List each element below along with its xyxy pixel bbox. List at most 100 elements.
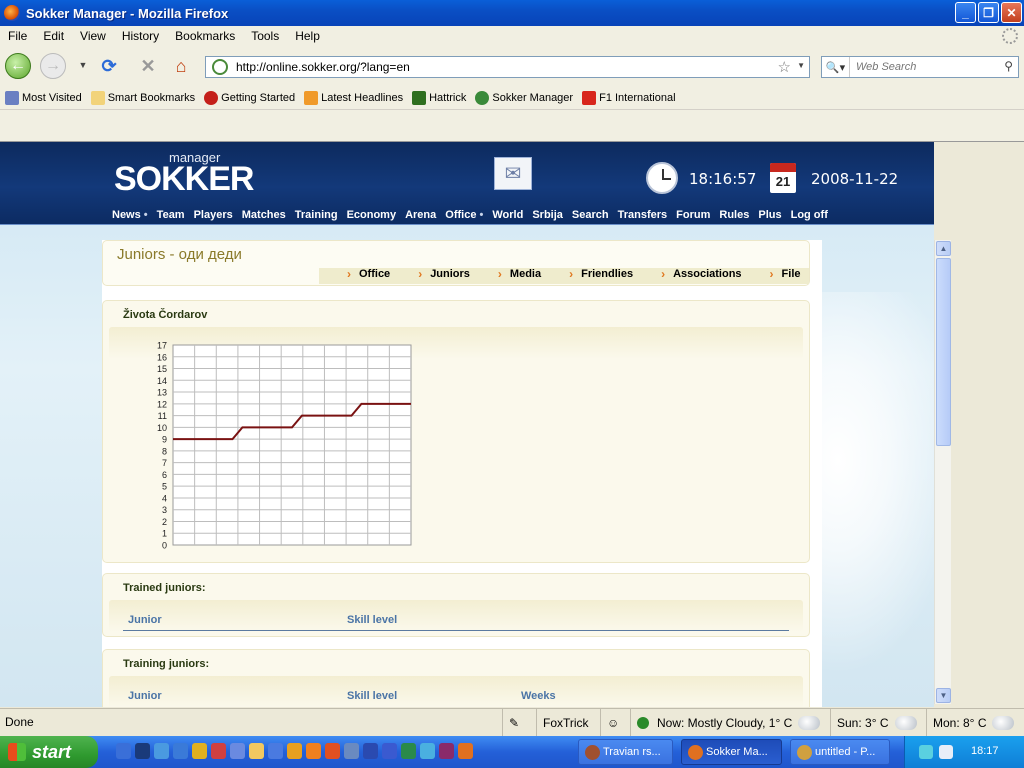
nav-news[interactable]: News [112, 209, 148, 221]
back-button[interactable]: ← [5, 53, 31, 79]
menu-edit[interactable]: Edit [35, 29, 72, 43]
start-button[interactable]: start [0, 736, 98, 768]
volume-icon[interactable] [939, 745, 953, 759]
weather-sun[interactable]: Sun: 3° C [830, 709, 926, 737]
nav-world[interactable]: World [492, 209, 523, 221]
col-header-skill-level[interactable]: Skill level [347, 690, 397, 702]
home-button[interactable]: ⌂ [168, 53, 194, 79]
bookmark-latest-headlines[interactable]: Latest Headlines [304, 90, 403, 105]
tray-icon[interactable] [919, 745, 933, 759]
subnav-file[interactable]: File [742, 267, 801, 284]
task-travian[interactable]: Travian rs... [578, 739, 673, 765]
weather-now[interactable]: Now: Mostly Cloudy, 1° C [630, 709, 830, 737]
url-dropdown-icon[interactable]: ▼ [797, 61, 805, 70]
page-viewport[interactable]: manager SOKKER ✉ 18:16:57 21 2008-11-22 … [0, 142, 934, 707]
quicklaunch-icon[interactable] [230, 743, 245, 759]
menu-view[interactable]: View [72, 29, 114, 43]
quicklaunch-icon[interactable] [268, 743, 283, 759]
training-juniors-panel: Training juniors: Junior Skill level Wee… [102, 649, 810, 707]
word-icon[interactable] [382, 743, 397, 759]
subnav-friendlies[interactable]: Friendlies [541, 267, 633, 284]
address-bar[interactable]: ☆ ▼ [205, 56, 810, 78]
history-dropdown-icon[interactable]: ▼ [78, 58, 88, 72]
search-go-icon[interactable]: ⚲ [1004, 59, 1013, 73]
nav-team[interactable]: Team [157, 209, 185, 221]
vertical-scrollbar[interactable]: ▲ ▼ [934, 240, 951, 704]
bookmark-sokker-manager[interactable]: Sokker Manager [475, 90, 573, 105]
subnav-juniors[interactable]: Juniors [390, 267, 470, 284]
maximize-button[interactable]: ❐ [978, 2, 999, 23]
quicklaunch-icon[interactable] [287, 743, 302, 759]
messenger-icon[interactable] [420, 743, 435, 759]
folder-icon[interactable] [249, 743, 264, 759]
quicklaunch-icon[interactable] [344, 743, 359, 759]
subnav-office[interactable]: Office [319, 267, 390, 284]
col-header-skill-level[interactable]: Skill level [347, 614, 397, 626]
bookmark-hattrick[interactable]: Hattrick [412, 90, 466, 105]
menu-bookmarks[interactable]: Bookmarks [167, 29, 243, 43]
col-header-junior[interactable]: Junior [128, 690, 162, 702]
bookmark-f1-international[interactable]: F1 International [582, 90, 676, 105]
task-sokker-manager[interactable]: Sokker Ma... [681, 739, 782, 765]
menu-tools[interactable]: Tools [243, 29, 287, 43]
window-titlebar[interactable]: Sokker Manager - Mozilla Firefox _ ❐ ✕ [0, 0, 1024, 26]
nav-transfers[interactable]: Transfers [618, 209, 668, 221]
mail-icon[interactable]: ✉ [494, 157, 532, 190]
menu-file[interactable]: File [0, 29, 35, 43]
subnav-associations[interactable]: Associations [633, 267, 741, 284]
search-bar[interactable]: 🔍▾ ⚲ [821, 56, 1019, 78]
bookmark-star-icon[interactable]: ☆ [778, 58, 791, 76]
url-input[interactable] [236, 60, 756, 74]
scroll-thumb[interactable] [936, 258, 951, 446]
nav-arena[interactable]: Arena [405, 209, 436, 221]
scroll-down-button[interactable]: ▼ [936, 688, 951, 703]
menu-help[interactable]: Help [287, 29, 328, 43]
quicklaunch-icon[interactable] [306, 743, 321, 759]
search-input[interactable] [856, 61, 996, 73]
firebug-icon[interactable]: ✎ [502, 709, 536, 737]
nav-log-off[interactable]: Log off [791, 209, 828, 221]
site-identity-icon[interactable] [212, 59, 228, 75]
nav-training[interactable]: Training [295, 209, 338, 221]
foxtrick-icon[interactable]: ☺ [600, 709, 630, 737]
quicklaunch-icon[interactable] [325, 743, 340, 759]
bookmark-getting-started[interactable]: Getting Started [204, 90, 295, 105]
menu-history[interactable]: History [114, 29, 167, 43]
f1-icon [582, 90, 597, 105]
y-tick-label: 9 [162, 435, 167, 445]
forward-button[interactable]: → [40, 53, 66, 79]
weather-mon[interactable]: Mon: 8° C [926, 709, 1024, 737]
nav-rules[interactable]: Rules [719, 209, 749, 221]
bookmark-smart-bookmarks[interactable]: Smart Bookmarks [90, 90, 195, 105]
bookmark-most-visited[interactable]: Most Visited [5, 90, 82, 105]
firefox-icon[interactable] [458, 743, 473, 759]
minimize-button[interactable]: _ [955, 2, 976, 23]
task-paint[interactable]: untitled - P... [790, 739, 890, 765]
reload-button[interactable]: ⟳ [96, 53, 122, 79]
nav-players[interactable]: Players [194, 209, 233, 221]
quicklaunch-icon[interactable] [135, 743, 150, 759]
subnav-media[interactable]: Media [470, 267, 541, 284]
nav-economy[interactable]: Economy [347, 209, 397, 221]
quicklaunch-icon[interactable] [154, 743, 169, 759]
close-button[interactable]: ✕ [1001, 2, 1022, 23]
quicklaunch-icon[interactable] [211, 743, 226, 759]
quicklaunch-icon[interactable] [192, 743, 207, 759]
quicklaunch-icon[interactable] [363, 743, 378, 759]
col-header-weeks[interactable]: Weeks [521, 690, 556, 702]
foxtrick-status[interactable]: FoxTrick [536, 709, 600, 737]
quicklaunch-icon[interactable] [401, 743, 416, 759]
nav-office[interactable]: Office [445, 209, 483, 221]
nav-forum[interactable]: Forum [676, 209, 710, 221]
stop-button[interactable]: ✕ [135, 53, 161, 79]
quicklaunch-icon[interactable] [439, 743, 454, 759]
nav-plus[interactable]: Plus [758, 209, 781, 221]
ie-icon[interactable] [173, 743, 188, 759]
search-engine-icon[interactable]: 🔍▾ [822, 57, 850, 77]
nav-search[interactable]: Search [572, 209, 609, 221]
nav-matches[interactable]: Matches [242, 209, 286, 221]
quicklaunch-icon[interactable] [116, 743, 131, 759]
nav-srbija[interactable]: Srbija [532, 209, 563, 221]
scroll-up-button[interactable]: ▲ [936, 241, 951, 256]
col-header-junior[interactable]: Junior [128, 614, 162, 626]
